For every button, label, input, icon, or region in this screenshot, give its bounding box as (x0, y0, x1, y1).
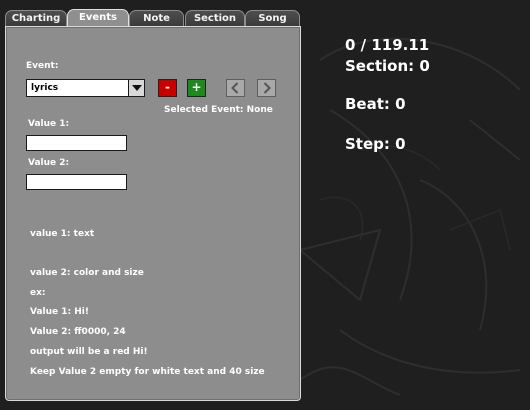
event-label: Event: (26, 61, 59, 71)
value1-input[interactable] (26, 135, 127, 151)
chevron-left-icon[interactable] (226, 79, 245, 97)
value2-input[interactable] (26, 174, 127, 190)
tab-song[interactable]: Song (245, 10, 300, 27)
events-panel: Event: lyrics - + Selected Event: None V… (5, 26, 301, 401)
value1-label: Value 1: (28, 119, 70, 129)
help-line-6: output will be a red Hi! (30, 347, 148, 357)
value2-label: Value 2: (28, 158, 70, 168)
help-line-2: value 2: color and size (30, 268, 144, 278)
help-line-1: value 1: text (30, 229, 95, 239)
event-dropdown[interactable]: lyrics (26, 79, 145, 97)
chevron-down-icon[interactable] (128, 80, 144, 96)
section-text: Section: 0 (345, 57, 430, 75)
step-text: Step: 0 (345, 135, 406, 153)
tab-section[interactable]: Section (185, 10, 245, 27)
help-line-7: Keep Value 2 empty for white text and 40… (30, 367, 265, 377)
selected-event-text: Selected Event: None (164, 105, 273, 115)
help-line-5: Value 2: ff0000, 24 (30, 327, 126, 337)
song-position-text: 0 / 119.11 (345, 36, 430, 54)
beat-text: Beat: 0 (345, 95, 406, 113)
event-dropdown-value: lyrics (31, 83, 59, 93)
help-line-4: Value 1: Hi! (30, 307, 89, 317)
help-line-3: ex: (30, 288, 46, 298)
tab-charting[interactable]: Charting (5, 10, 67, 27)
remove-event-button[interactable]: - (158, 79, 177, 97)
add-event-button[interactable]: + (187, 79, 206, 97)
chevron-right-icon[interactable] (257, 79, 276, 97)
tab-note[interactable]: Note (129, 10, 184, 27)
